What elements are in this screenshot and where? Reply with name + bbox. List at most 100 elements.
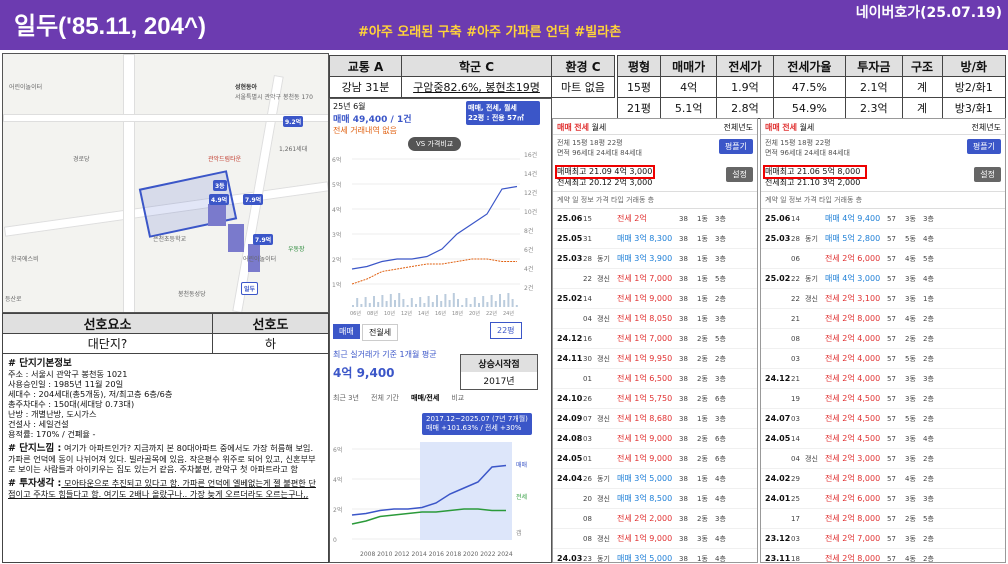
transaction-list-15[interactable]: 매매 전세 월세 전체년도 전체 15평 18평 22평 면적 96세대 24세대 … [552,118,758,563]
settings-button[interactable]: 설정 [726,167,753,182]
table-row[interactable]: 04 갱신 전세 2억 3,000 57 3동 2층 [761,449,1005,469]
year-filter[interactable]: 전체년도 [724,122,753,133]
row-cell: 2층 [923,554,934,563]
price-pin[interactable]: 9.2억 [283,116,304,127]
volume-bar [394,300,396,307]
table-row[interactable]: 24.12 21 전세 2억 4,000 57 3동 3층 [761,369,1005,389]
row-cell: 전세 2억 8,000 [825,514,881,523]
volume-bar [373,296,375,307]
table-row[interactable]: 24.10 26 전세 1억 5,750 38 2동 6층 [553,389,757,409]
table-row[interactable]: 25.06 15 전세 2억 38 1동 3층 [553,209,757,229]
row-cell: 38 [679,274,688,283]
size-button[interactable]: 평플기 [966,139,1001,154]
size-options[interactable]: 전체 15평 18평 22평 [765,138,1001,148]
tab-sale[interactable]: 매매 [333,324,360,339]
volume-bar [461,305,464,307]
table-row[interactable]: 08 전세 2억 4,000 57 2동 2층 [761,329,1005,349]
tab-monthly[interactable]: 월세 [800,123,815,132]
period-tab[interactable]: 최근 3년 [333,393,359,403]
table-row[interactable]: 24.02 29 전세 2억 8,000 57 4동 2층 [761,469,1005,489]
table-row[interactable]: 23.12 03 전세 2억 7,000 57 3동 2층 [761,529,1005,549]
period-tab[interactable]: 전체 기간 [371,393,399,403]
table-row[interactable]: 24.05 14 전세 2억 4,500 57 3동 4층 [761,429,1005,449]
row-cell: 3동 [905,454,916,463]
table-row[interactable]: 24.08 03 전세 1억 9,000 38 2동 6층 [553,429,757,449]
price-pin[interactable]: 3등 [213,180,227,191]
table-row[interactable]: 25.05 31 매매 3억 8,300 38 1동 3층 [553,229,757,249]
table-row[interactable]: 24.04 26 동기 매매 3억 5,000 38 1동 4층 [553,469,757,489]
row-cell: 14 [791,214,800,223]
tab-sale[interactable]: 매매 [765,123,780,132]
table-row[interactable]: 22 갱신 전세 1억 7,000 38 1동 5층 [553,269,757,289]
row-cell: 전세 2억 3,100 [825,294,881,303]
table-row[interactable]: 08 갱신 전세 1억 9,000 38 3동 4층 [553,529,757,549]
y2-tick: 12건 [524,189,537,197]
table-row[interactable]: 01 전세 1억 6,500 38 2동 3층 [553,369,757,389]
row-cell: 24.05 [557,454,583,463]
period-tab[interactable]: 매매/전세 [411,393,439,403]
size-button[interactable]: 평플기 [718,139,753,154]
transaction-list-22[interactable]: 매매 전세 월세 전체년도 전체 15평 18평 22평 면적 96세대 24세대 … [760,118,1006,563]
size-select[interactable]: 22평 [490,322,522,339]
table-row[interactable]: 24.09 07 갱신 전세 1억 8,680 38 1동 3층 [553,409,757,429]
cell: 15평 [617,76,661,98]
tab-sale[interactable]: 매매 [557,123,572,132]
map-label: 서울특별시 관악구 봉천동 170 [235,94,313,101]
row-cell: 38 [679,434,688,443]
location-map[interactable]: 어린이놀이터 성현동아 서울특별시 관악구 봉천동 170 9.2억 1,261… [2,53,329,313]
size-filter[interactable]: 전체 15평 18평 22평 면적 96세대 24세대 84세대 평플기 [761,135,1005,165]
table-row[interactable]: 06 전세 2억 6,000 57 4동 5층 [761,249,1005,269]
map-road [123,54,135,312]
row-cell: 03 [583,434,592,443]
price-pin[interactable]: 7.9억 [253,234,274,245]
filter-dropdown[interactable]: 매매, 전세, 월세 22평 : 전용 57㎡ [466,101,540,125]
unit-counts: 면적 96세대 24세대 84세대 [765,149,850,157]
table-row[interactable]: 25.03 28 동기 매매 5억 2,800 57 5동 4층 [761,229,1005,249]
row-cell: 24.09 [557,414,583,423]
complex-marker[interactable]: 일두 [241,282,259,295]
table-row[interactable]: 03 전세 2억 4,000 57 5동 2층 [761,349,1005,369]
table-row[interactable]: 24.12 16 전세 1억 7,000 38 2동 5층 [553,329,757,349]
table-row[interactable]: 24.05 01 전세 1억 9,000 38 2동 6층 [553,449,757,469]
list-tabs[interactable]: 매매 전세 월세 전체년도 [761,119,1005,135]
row-cell: 57 [887,314,896,323]
tab-lease[interactable]: 전세 [574,123,589,132]
table-row[interactable]: 24.03 23 동기 매매 3억 5,000 38 1동 4층 [553,549,757,562]
period-tabs[interactable]: 최근 3년 전체 기간 매매/전세 비교 [333,393,464,403]
row-cell: 매매 3억 8,300 [617,234,673,243]
table-row[interactable]: 24.01 25 전세 2억 6,000 57 3동 3층 [761,489,1005,509]
row-cell: 57 [887,514,896,523]
table-row[interactable]: 23.11 18 전세 2억 8,000 57 4동 2층 [761,549,1005,563]
volume-bar [511,299,514,307]
tab-lease[interactable]: 전세 [782,123,797,132]
table-row[interactable]: 25.06 14 매매 4억 9,400 57 3동 3층 [761,209,1005,229]
row-cell: 전세 2억 4,500 [825,414,881,423]
table-row[interactable]: 25.02 22 동기 매매 4억 3,000 57 3동 4층 [761,269,1005,289]
table-row[interactable]: 25.02 14 전세 1억 9,000 38 1동 2층 [553,289,757,309]
year-filter[interactable]: 전체년도 [972,122,1001,133]
table-row[interactable]: 19 전세 2억 4,500 57 3동 2층 [761,389,1005,409]
table-row[interactable]: 25.03 28 동기 매매 3억 3,900 38 1동 3층 [553,249,757,269]
row-cell: 동기 [805,274,818,283]
memo-line: 건설사 : 세일건설 [8,419,69,429]
table-row[interactable]: 20 갱신 매매 3억 8,500 38 1동 4층 [553,489,757,509]
table-row[interactable]: 24.11 30 갱신 전세 1억 9,950 38 2동 2층 [553,349,757,369]
table-row[interactable]: 24.07 03 전세 2억 4,500 57 5동 2층 [761,409,1005,429]
table-row[interactable]: 22 갱신 전세 2억 3,100 57 3동 1층 [761,289,1005,309]
table-row[interactable]: 17 전세 2억 8,000 57 2동 5층 [761,509,1005,529]
tab-rent[interactable]: 전월세 [362,324,399,341]
list-tabs[interactable]: 매매 전세 월세 전체년도 [553,119,757,135]
table-row[interactable]: 04 갱신 전세 1억 8,050 38 1동 3층 [553,309,757,329]
cell: 54.9% [772,97,847,119]
table-row[interactable]: 08 전세 2억 2,000 38 2동 3층 [553,509,757,529]
period-tab[interactable]: 비교 [451,393,464,403]
tab-monthly[interactable]: 월세 [592,123,607,132]
price-pin[interactable]: 7.9억 [243,194,264,205]
table-row[interactable]: 21 전세 2억 8,000 57 4동 2층 [761,309,1005,329]
y2-tick: 8건 [524,227,533,235]
map-label: 경로당 [73,156,90,163]
settings-button[interactable]: 설정 [974,167,1001,182]
price-pin[interactable]: 4.9억 [209,194,230,205]
size-filter[interactable]: 전체 15평 18평 22평 면적 96세대 24세대 84세대 평플기 [553,135,757,165]
col-ratio: 전세가율 [772,55,847,77]
